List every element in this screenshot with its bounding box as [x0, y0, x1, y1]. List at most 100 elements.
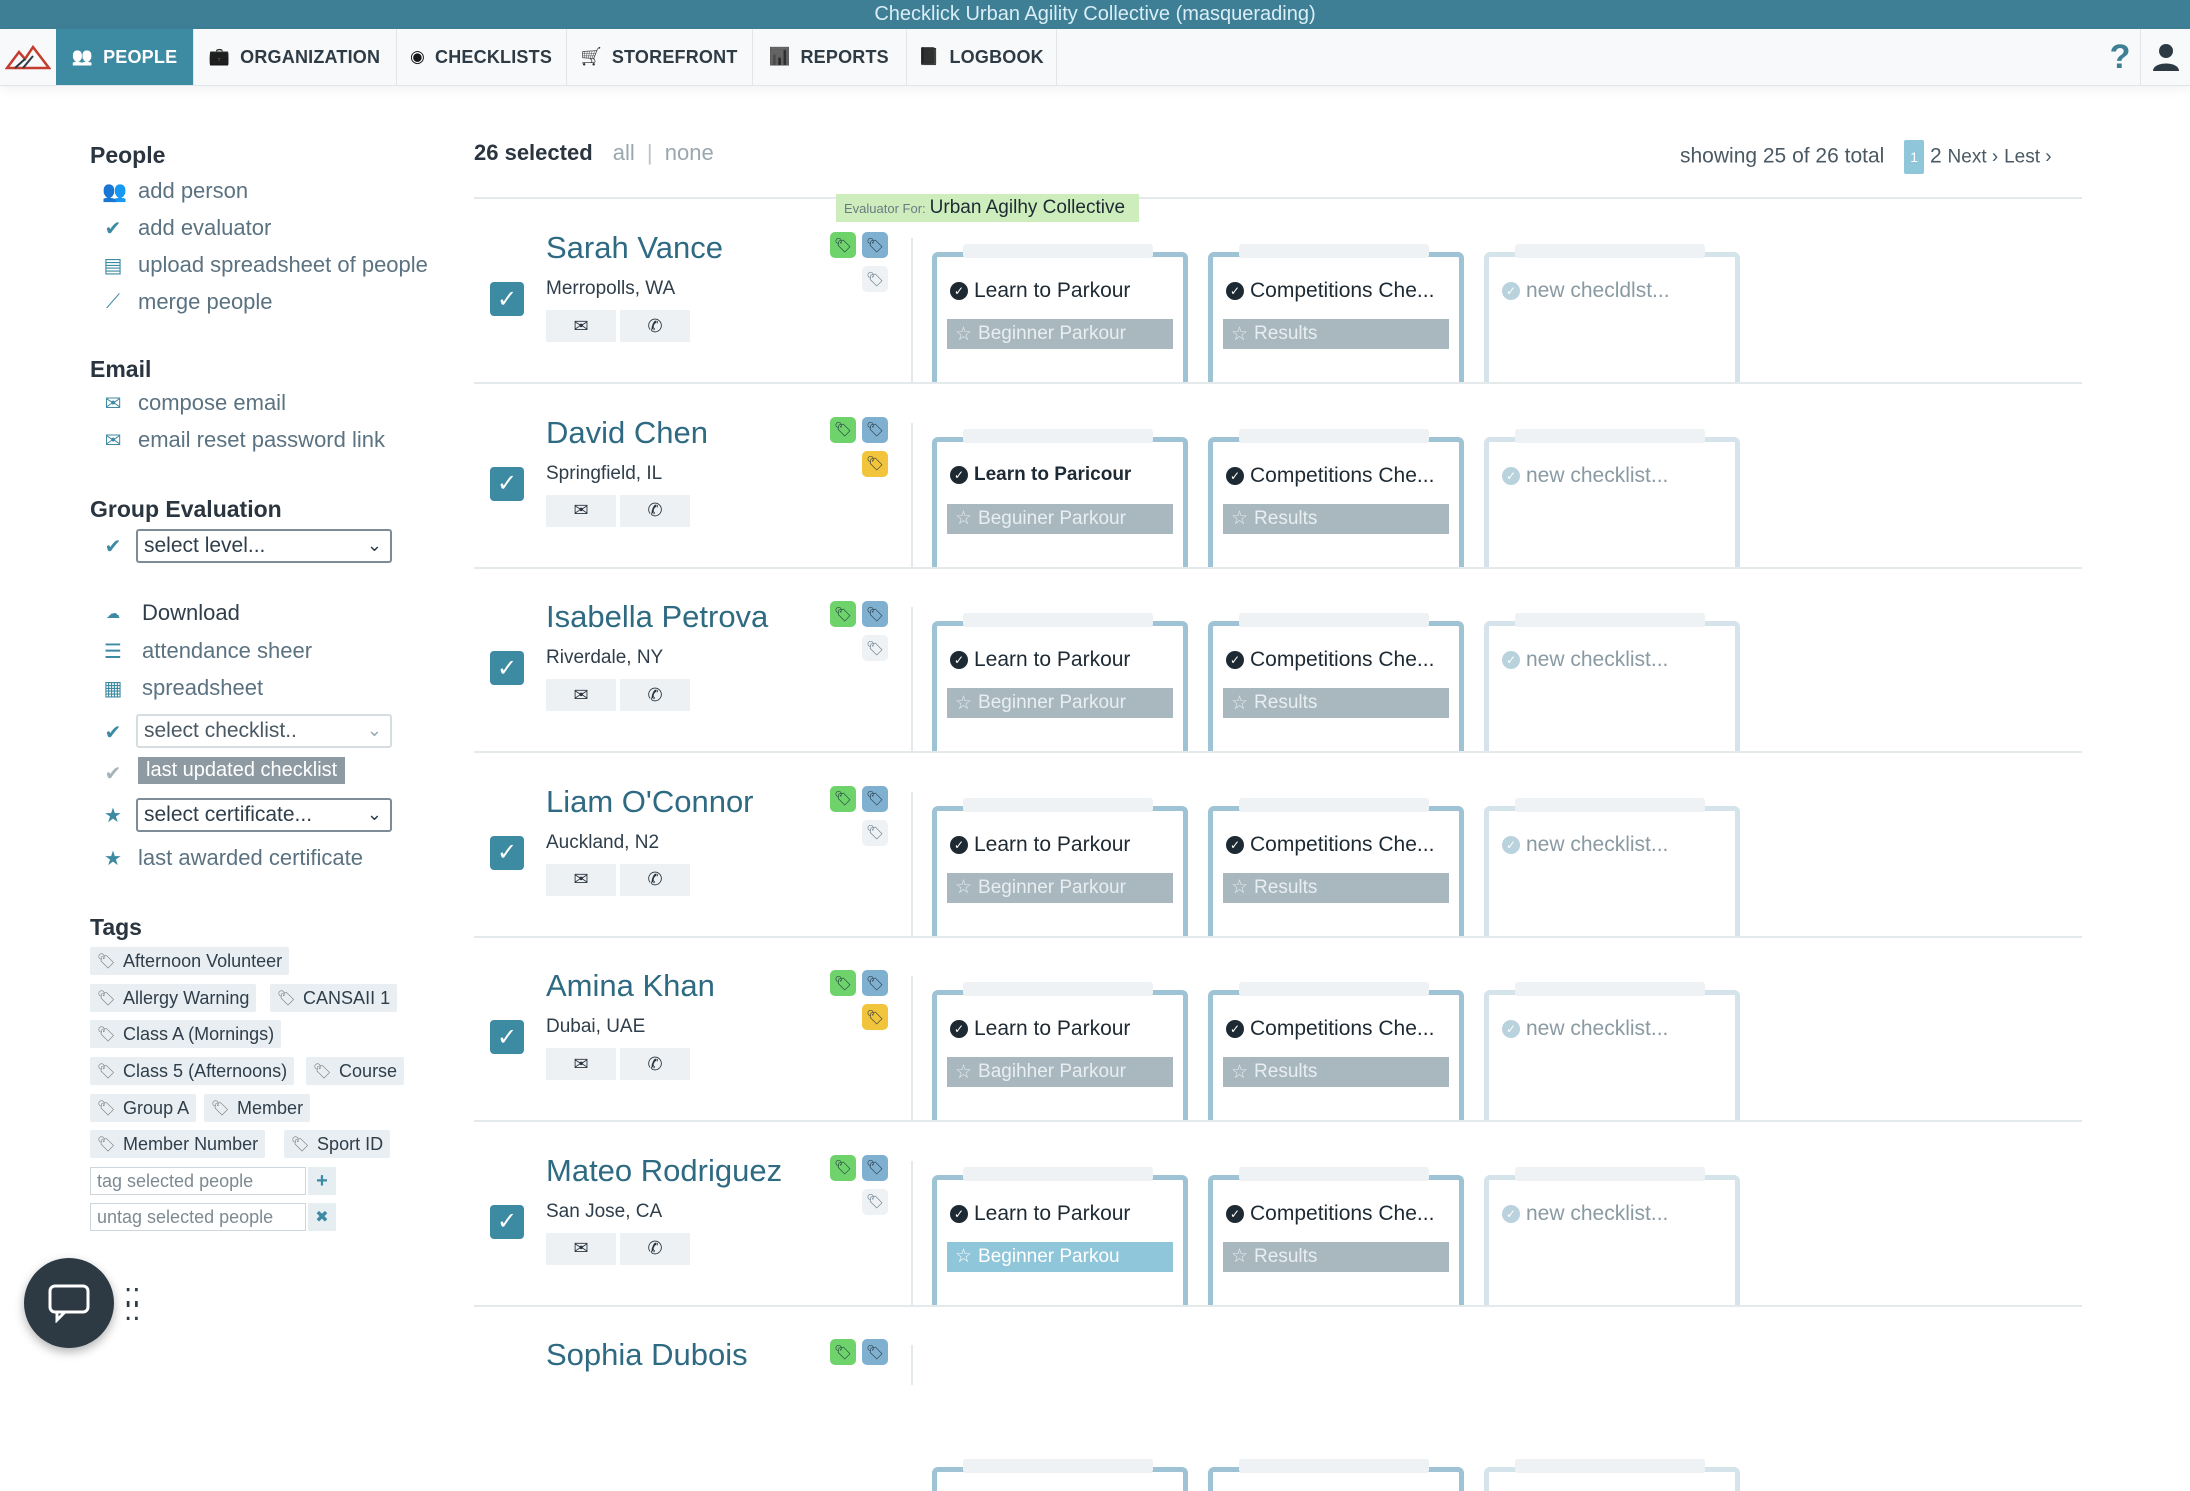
- new-checklist-card[interactable]: ✓ new checldlst...: [1484, 244, 1740, 384]
- person-name[interactable]: Sarah Vance: [546, 230, 723, 266]
- checklist-subtitle-bar[interactable]: ☆ Bagihher Parkour: [947, 1057, 1173, 1087]
- checklist-card[interactable]: ✓ Competitions Che... ☆ Results: [1208, 982, 1464, 1122]
- tag-blue-icon[interactable]: 🏷: [862, 1339, 888, 1365]
- tag-green-icon[interactable]: 🏷: [830, 1339, 856, 1365]
- checklist-card[interactable]: [1484, 1459, 1740, 1491]
- select-checklist-dropdown[interactable]: select checklist.. ⌄: [136, 714, 392, 748]
- help-icon[interactable]: ?: [2100, 29, 2140, 85]
- tag-blue-icon[interactable]: 🏷: [862, 785, 888, 812]
- app-logo[interactable]: [0, 29, 56, 85]
- email-person-button[interactable]: ✉: [546, 494, 616, 527]
- email-person-button[interactable]: ✉: [546, 1232, 616, 1265]
- spreadsheet-link[interactable]: ▦ spreadsheet: [102, 675, 264, 701]
- call-person-button[interactable]: ✆: [620, 863, 690, 896]
- tab-storefront[interactable]: 🛒 STOREFRONT: [566, 29, 753, 85]
- person-select-checkbox[interactable]: ✓: [490, 1020, 524, 1054]
- untag-remove-button[interactable]: ✖: [308, 1203, 336, 1231]
- checklist-card[interactable]: ✓ Learn to Parkour ☆ Beginner Parkour: [932, 244, 1188, 384]
- call-person-button[interactable]: ✆: [620, 1232, 690, 1265]
- tag-blue-icon[interactable]: 🏷: [862, 601, 888, 627]
- last-updated-checklist-button[interactable]: last updated checklist: [138, 757, 346, 784]
- tag-add-button[interactable]: +: [308, 1167, 336, 1195]
- tag-chip[interactable]: 🏷 Afternoon Volunteer: [90, 947, 290, 975]
- tag-blue-icon[interactable]: 🏷: [862, 970, 888, 996]
- tag-chip[interactable]: 🏷 Class 5 (Afternoons): [90, 1057, 295, 1085]
- checklist-card[interactable]: ✓ Learn to Parkour ☆ Bagihher Parkour: [932, 982, 1188, 1122]
- checklist-subtitle-bar[interactable]: ☆ Results: [1223, 688, 1449, 718]
- add-evaluator-link[interactable]: ✔ add evaluator: [102, 215, 272, 241]
- tag-chip[interactable]: 🏷 Member: [204, 1094, 311, 1122]
- checklist-subtitle-bar[interactable]: ☆ Beginner Parkour: [947, 872, 1173, 903]
- checklist-subtitle-bar[interactable]: ☆ Beginner Parkour: [947, 688, 1173, 718]
- tag-green-icon[interactable]: 🏷: [830, 416, 856, 443]
- add-person-link[interactable]: 👥 add person: [102, 178, 248, 204]
- add-tag-icon[interactable]: 🏷: [862, 1004, 888, 1030]
- attendance-sheet-link[interactable]: ☰ attendance sheer: [102, 638, 312, 664]
- checklist-card[interactable]: ✓ Competitions Che... ☆ Results: [1208, 797, 1464, 938]
- user-account-icon[interactable]: [2140, 29, 2190, 85]
- call-person-button[interactable]: ✆: [620, 1048, 690, 1080]
- checklist-card[interactable]: ✓ Learn to Parkour ☆ Beginner Parkou: [932, 1166, 1188, 1307]
- person-name[interactable]: Liam O'Connor: [546, 784, 754, 820]
- checklist-card[interactable]: ✓ Learn to Parkour ☆ Beginner Parkour: [932, 797, 1188, 938]
- email-person-button[interactable]: ✉: [546, 863, 616, 896]
- upload-spreadsheet-link[interactable]: ▤ upload spreadsheet of people: [102, 252, 428, 278]
- add-tag-icon[interactable]: 🏷: [862, 819, 888, 846]
- checklist-card[interactable]: [932, 1459, 1188, 1491]
- email-person-button[interactable]: ✉: [546, 679, 616, 711]
- tag-chip[interactable]: 🏷 Class A (Mornings): [90, 1020, 282, 1048]
- last-link[interactable]: Lest ›: [2004, 147, 2052, 168]
- checklist-subtitle-bar[interactable]: ☆ Results: [1223, 1057, 1449, 1087]
- checklist-card[interactable]: [1208, 1459, 1464, 1491]
- checklist-card[interactable]: ✓ Competitions Che... ☆ Results: [1208, 1166, 1464, 1307]
- call-person-button[interactable]: ✆: [620, 310, 690, 342]
- tag-blue-icon[interactable]: 🏷: [862, 1154, 888, 1181]
- person-name[interactable]: David Chen: [546, 415, 708, 451]
- tag-chip[interactable]: 🏷 Sport ID: [284, 1130, 391, 1158]
- checklist-card[interactable]: ✓ Competitions Che... ☆ Results: [1208, 428, 1464, 569]
- call-person-button[interactable]: ✆: [620, 494, 690, 527]
- add-tag-icon[interactable]: 🏷: [862, 635, 888, 661]
- tag-chip[interactable]: 🏷 Group A: [90, 1094, 197, 1122]
- tag-green-icon[interactable]: 🏷: [830, 601, 856, 627]
- person-name[interactable]: Isabella Petrova: [546, 599, 768, 635]
- tag-blue-icon[interactable]: 🏷: [862, 232, 888, 258]
- new-checklist-card[interactable]: ✓ new checklist...: [1484, 613, 1740, 753]
- email-reset-password-link[interactable]: ✉ email reset password link: [102, 427, 385, 453]
- person-name[interactable]: Amina Khan: [546, 968, 715, 1004]
- checklist-card[interactable]: ✓ Learn to Paricour ☆ Beguiner Parkour: [932, 428, 1188, 569]
- untag-selected-input[interactable]: untag selected people: [90, 1203, 306, 1231]
- person-select-checkbox[interactable]: ✓: [490, 282, 524, 316]
- drag-handle-icon[interactable]: ⁚⁚ ⁚⁚: [124, 1285, 144, 1324]
- tag-selected-input[interactable]: tag selected people: [90, 1167, 306, 1195]
- person-select-checkbox[interactable]: ✓: [490, 466, 524, 501]
- new-checklist-card[interactable]: ✓ new checklist...: [1484, 982, 1740, 1122]
- new-checklist-card[interactable]: ✓ new checklist...: [1484, 797, 1740, 938]
- last-awarded-certificate-link[interactable]: ★ last awarded certificate: [102, 845, 363, 871]
- call-person-button[interactable]: ✆: [620, 679, 690, 711]
- add-tag-icon[interactable]: 🏷: [862, 266, 888, 292]
- checklist-card[interactable]: ✓ Competitions Che... ☆ Results: [1208, 244, 1464, 384]
- checklist-card[interactable]: ✓ Competitions Che... ☆ Results: [1208, 613, 1464, 753]
- checklist-subtitle-bar[interactable]: ☆ Results: [1223, 503, 1449, 534]
- tab-organization[interactable]: 💼 ORGANIZATION: [193, 29, 397, 85]
- checklist-card[interactable]: ✓ Learn to Parkour ☆ Beginner Parkour: [932, 613, 1188, 753]
- next-link[interactable]: Next ›: [1948, 147, 1999, 168]
- tab-logbook[interactable]: 📘 LOGBOOK: [906, 29, 1057, 85]
- person-name[interactable]: Sophia Dubois: [546, 1337, 748, 1373]
- tag-chip[interactable]: 🏷 Member Number: [90, 1130, 266, 1158]
- checklist-subtitle-bar[interactable]: ☆ Beguiner Parkour: [947, 503, 1173, 534]
- compose-email-link[interactable]: ✉ compose email: [102, 390, 286, 416]
- merge-people-link[interactable]: ⟋ merge people: [102, 289, 273, 315]
- email-person-button[interactable]: ✉: [546, 1048, 616, 1080]
- tag-chip[interactable]: 🏷 Allergy Warning: [90, 984, 257, 1012]
- chat-button[interactable]: [24, 1258, 114, 1348]
- add-tag-icon[interactable]: 🏷: [862, 450, 888, 477]
- checklist-subtitle-bar[interactable]: ☆ Results: [1223, 1241, 1449, 1272]
- tab-reports[interactable]: 📊 REPORTS: [752, 29, 907, 85]
- tag-green-icon[interactable]: 🏷: [830, 232, 856, 258]
- select-all-link[interactable]: all: [613, 140, 635, 165]
- new-checklist-card[interactable]: ✓ new checklist...: [1484, 1166, 1740, 1307]
- page-1-button[interactable]: 1: [1904, 140, 1925, 174]
- select-none-link[interactable]: none: [665, 140, 714, 165]
